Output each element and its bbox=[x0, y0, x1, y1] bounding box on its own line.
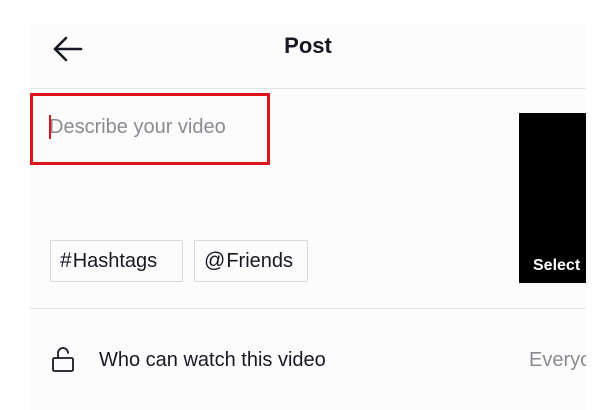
unlock-icon bbox=[52, 347, 74, 372]
select-cover-label: Select bbox=[533, 257, 581, 274]
friends-button[interactable]: @ Friends bbox=[194, 240, 308, 282]
text-cursor bbox=[49, 115, 51, 139]
header: Post bbox=[30, 25, 586, 88]
cover-thumbnail[interactable]: Select bbox=[519, 113, 586, 283]
header-divider bbox=[30, 88, 586, 89]
privacy-label: Who can watch this video bbox=[99, 349, 326, 371]
at-icon: @ bbox=[204, 249, 226, 272]
hashtag-icon: # bbox=[60, 249, 72, 272]
section-divider bbox=[30, 308, 586, 309]
post-screen: Post Describe your video Select # Hashta… bbox=[30, 25, 586, 410]
hashtags-label: Hashtags bbox=[72, 249, 158, 272]
page-title: Post bbox=[284, 33, 332, 58]
description-placeholder: Describe your video bbox=[49, 116, 226, 138]
privacy-row[interactable]: Who can watch this video Everyo bbox=[30, 332, 586, 388]
friends-label: Friends bbox=[226, 249, 294, 272]
hashtags-button[interactable]: # Hashtags bbox=[50, 240, 183, 282]
privacy-value: Everyo bbox=[529, 349, 586, 371]
